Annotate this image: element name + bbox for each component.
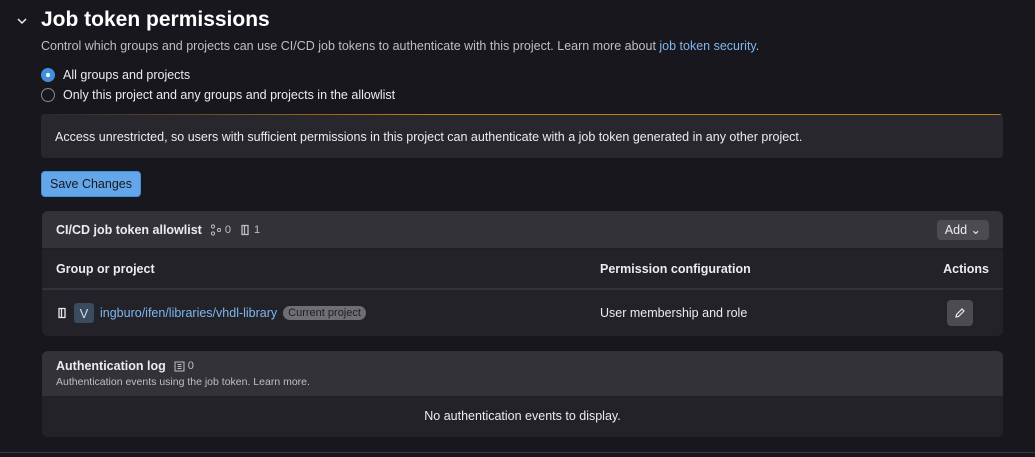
add-label: Add	[945, 223, 967, 237]
log-count: 0	[174, 360, 194, 372]
edit-button[interactable]	[947, 300, 973, 326]
section-description: Control which groups and projects can us…	[41, 39, 759, 53]
table-row: Vingburo/ifen/libraries/vhdl-library Curr…	[42, 290, 1003, 336]
page-title: Job token permissions	[41, 8, 270, 32]
description-end: .	[756, 39, 759, 53]
auth-log-header: Authentication log 0 Authentication event…	[42, 351, 1003, 397]
avatar: V	[74, 303, 94, 323]
col-group-or-project: Group or project	[56, 262, 600, 276]
log-icon	[174, 361, 185, 372]
project-count: 1	[239, 224, 260, 236]
description-text: Control which groups and projects can us…	[41, 39, 659, 53]
permission-value: User membership and role	[600, 306, 947, 320]
group-icon	[210, 224, 222, 236]
radio-all-groups[interactable]: All groups and projects	[41, 68, 190, 82]
log-count-value: 0	[188, 360, 194, 372]
divider	[0, 452, 1035, 453]
radio-label: Only this project and any groups and pro…	[63, 88, 395, 102]
auth-log-subtitle: Authentication events using the job toke…	[56, 376, 989, 388]
radio-checked-icon[interactable]	[41, 68, 55, 82]
add-dropdown-button[interactable]: Add ⌄	[937, 220, 989, 240]
collapse-chevron-icon[interactable]	[15, 14, 29, 28]
group-count-value: 0	[225, 224, 231, 236]
save-changes-button[interactable]: Save Changes	[41, 171, 141, 197]
chevron-down-icon: ⌄	[971, 223, 981, 237]
radio-unchecked-icon[interactable]	[41, 88, 55, 102]
auth-log-title: Authentication log	[56, 359, 166, 373]
project-icon	[56, 307, 68, 319]
allowlist-header: CI/CD job token allowlist 0 1 Add ⌄	[42, 211, 1003, 250]
auth-log-card: Authentication log 0 Authentication event…	[42, 351, 1003, 437]
col-permission: Permission configuration	[600, 262, 943, 276]
job-token-security-link[interactable]: job token security	[659, 39, 755, 53]
pencil-icon	[954, 307, 966, 319]
access-alert: Access unrestricted, so users with suffi…	[41, 114, 1003, 158]
table-header: Group or project Permission configuratio…	[42, 250, 1003, 290]
empty-state-text: No authentication events to display.	[42, 397, 1003, 434]
project-icon	[239, 224, 251, 236]
allowlist-card: CI/CD job token allowlist 0 1 Add ⌄ Grou…	[42, 211, 1003, 336]
radio-allowlist-only[interactable]: Only this project and any groups and pro…	[41, 88, 395, 102]
current-project-badge: Current project	[283, 306, 366, 320]
radio-label: All groups and projects	[63, 68, 190, 82]
group-count: 0	[210, 224, 231, 236]
project-count-value: 1	[254, 224, 260, 236]
allowlist-title: CI/CD job token allowlist	[56, 223, 202, 237]
project-link[interactable]: ingburo/ifen/libraries/vhdl-library	[100, 306, 277, 320]
col-actions: Actions	[943, 262, 989, 276]
